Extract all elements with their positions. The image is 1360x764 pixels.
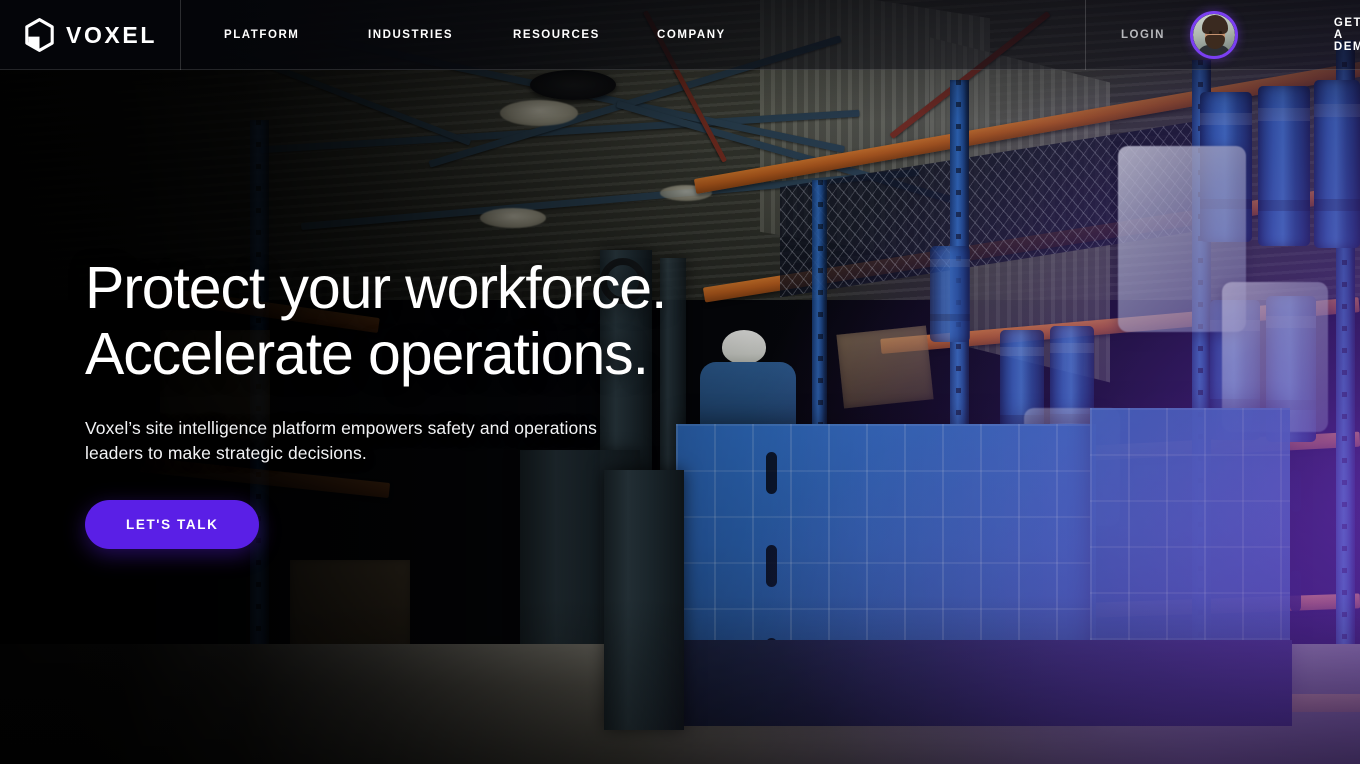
nav-item-company[interactable]: COMPANY <box>657 0 726 70</box>
nav-link-platform[interactable]: PLATFORM <box>224 0 368 70</box>
brand-wordmark: VOXEL <box>66 21 157 48</box>
nav-item-platform[interactable]: PLATFORM <box>224 0 368 70</box>
lets-talk-button[interactable]: LET'S TALK <box>85 499 260 549</box>
avatar-photo <box>1193 14 1235 56</box>
page-title: Protect your workforce. Accelerate opera… <box>85 255 805 387</box>
login-link[interactable]: LOGIN <box>1121 29 1165 41</box>
nav-list: PLATFORM INDUSTRIES RESOURCES COMPANY <box>224 0 726 70</box>
hero-subtitle: Voxel’s site intelligence platform empow… <box>85 418 598 463</box>
primary-navigation: PLATFORM INDUSTRIES RESOURCES COMPANY <box>180 0 1084 70</box>
brand-zone: VOXEL <box>0 0 180 70</box>
avatar[interactable] <box>1190 11 1238 59</box>
nav-link-resources[interactable]: RESOURCES <box>513 0 657 70</box>
get-a-demo-link[interactable]: GET A DEMO <box>1334 17 1360 53</box>
hero-content: Protect your workforce. Accelerate opera… <box>85 255 805 549</box>
logo-link[interactable]: VOXEL <box>24 18 157 52</box>
hero-title-line-1: Protect your workforce. <box>85 255 667 321</box>
nav-item-industries[interactable]: INDUSTRIES <box>368 0 513 70</box>
site-header: VOXEL PLATFORM INDUSTRIES RESOURCES COMP… <box>0 0 1360 70</box>
nav-item-resources[interactable]: RESOURCES <box>513 0 657 70</box>
hero-title-line-2: Accelerate operations. <box>85 321 649 388</box>
header-actions: LOGIN GET A DEMO <box>1084 0 1360 70</box>
nav-link-company[interactable]: COMPANY <box>657 0 726 70</box>
nav-link-industries[interactable]: INDUSTRIES <box>368 0 513 70</box>
hexagon-cube-icon <box>25 18 54 52</box>
hero-page: VOXEL PLATFORM INDUSTRIES RESOURCES COMP… <box>0 0 1360 764</box>
